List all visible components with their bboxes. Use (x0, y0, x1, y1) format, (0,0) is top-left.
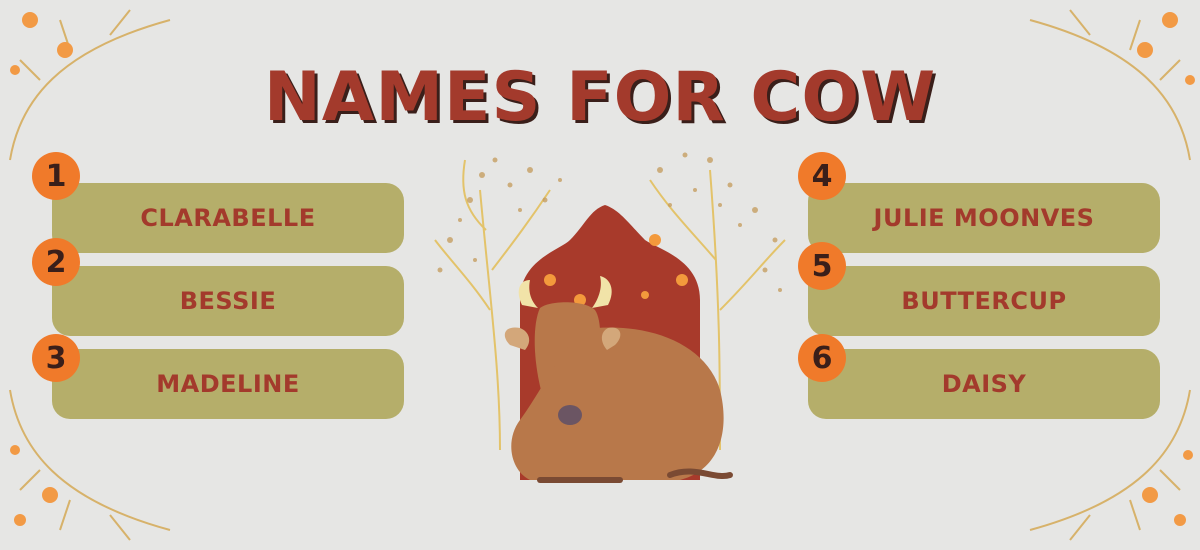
cow-illustration (434, 152, 786, 483)
flower-branch-icon (9, 389, 171, 541)
number-badge-6: 6 (798, 334, 846, 382)
flower-branch-icon (9, 9, 171, 161)
flower-branch-icon (1029, 389, 1193, 541)
number-badge-2: 2 (32, 238, 80, 286)
number-badge-4: 4 (798, 152, 846, 200)
name-label: JULIE MOONVES (873, 204, 1095, 232)
number-badge-5: 5 (798, 242, 846, 290)
name-label: DAISY (941, 370, 1027, 398)
name-card-1: CLARABELLE (52, 183, 404, 253)
name-label: CLARABELLE (140, 204, 316, 232)
name-card-4: JULIE MOONVES (808, 183, 1160, 253)
name-label: BUTTERCUP (901, 287, 1067, 315)
name-card-5: BUTTERCUP (808, 266, 1160, 336)
number-badge-3: 3 (32, 334, 80, 382)
name-label: BESSIE (179, 287, 277, 315)
name-card-2: BESSIE (52, 266, 404, 336)
flower-branch-icon (1029, 9, 1195, 161)
